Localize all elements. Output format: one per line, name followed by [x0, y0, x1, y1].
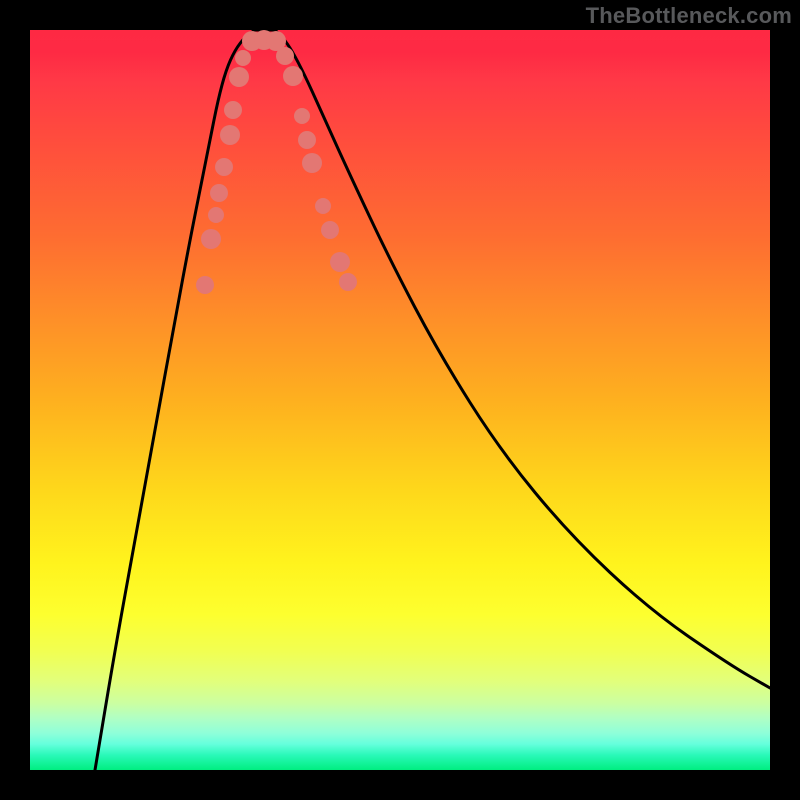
data-marker [229, 67, 249, 87]
data-marker [330, 252, 350, 272]
chart-frame [30, 30, 770, 770]
data-marker [298, 131, 316, 149]
data-marker [224, 101, 242, 119]
data-marker [235, 50, 251, 66]
data-marker [302, 153, 322, 173]
data-marker [321, 221, 339, 239]
data-marker [210, 184, 228, 202]
data-marker [294, 108, 310, 124]
data-marker [283, 66, 303, 86]
data-marker [276, 47, 294, 65]
data-marker [220, 125, 240, 145]
watermark-text: TheBottleneck.com [586, 3, 792, 29]
data-marker [201, 229, 221, 249]
data-marker [315, 198, 331, 214]
data-marker [215, 158, 233, 176]
markers-group [196, 30, 357, 294]
right-curve [275, 30, 770, 688]
data-marker [208, 207, 224, 223]
data-marker [339, 273, 357, 291]
data-marker [196, 276, 214, 294]
chart-svg [30, 30, 770, 770]
